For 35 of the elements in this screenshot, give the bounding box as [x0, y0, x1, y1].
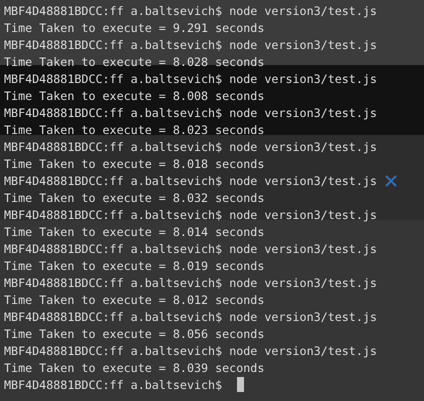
output-text: Time Taken to execute = 8.014 seconds [4, 225, 264, 239]
command-text: node version3/test.js [229, 208, 377, 222]
output-text: Time Taken to execute = 8.018 seconds [4, 157, 264, 171]
command-text: node version3/test.js [229, 4, 377, 18]
output-text: Time Taken to execute = 9.291 seconds [4, 21, 264, 35]
prompt-text: MBF4D48881BDCC:ff a.baltsevich$ [4, 344, 222, 358]
prompt-text: MBF4D48881BDCC:ff a.baltsevich$ [4, 378, 222, 392]
close-icon[interactable] [384, 174, 398, 188]
prompt-text: MBF4D48881BDCC:ff a.baltsevich$ [4, 276, 222, 290]
prompt-text: MBF4D48881BDCC:ff a.baltsevich$ [4, 140, 222, 154]
output-text: Time Taken to execute = 8.056 seconds [4, 327, 264, 341]
prompt-text: MBF4D48881BDCC:ff a.baltsevich$ [4, 4, 222, 18]
command-text: node version3/test.js [229, 310, 377, 324]
output-text: Time Taken to execute = 8.012 seconds [4, 293, 264, 307]
command-text: node version3/test.js [229, 72, 377, 86]
prompt-text: MBF4D48881BDCC:ff a.baltsevich$ [4, 208, 222, 222]
prompt-text: MBF4D48881BDCC:ff a.baltsevich$ [4, 174, 222, 188]
command-text: node version3/test.js [229, 174, 377, 188]
output-text: Time Taken to execute = 8.039 seconds [4, 361, 264, 375]
command-text: node version3/test.js [229, 38, 377, 52]
output-text: Time Taken to execute = 8.028 seconds [4, 55, 264, 69]
output-text: Time Taken to execute = 8.023 seconds [4, 123, 264, 137]
prompt-text: MBF4D48881BDCC:ff a.baltsevich$ [4, 106, 222, 120]
prompt-text: MBF4D48881BDCC:ff a.baltsevich$ [4, 72, 222, 86]
output-text: Time Taken to execute = 8.032 seconds [4, 191, 264, 205]
command-text: node version3/test.js [229, 140, 377, 154]
command-text: node version3/test.js [229, 106, 377, 120]
output-text: Time Taken to execute = 8.008 seconds [4, 89, 264, 103]
prompt-text: MBF4D48881BDCC:ff a.baltsevich$ [4, 310, 222, 324]
prompt-text: MBF4D48881BDCC:ff a.baltsevich$ [4, 38, 222, 52]
command-text: node version3/test.js [229, 242, 377, 256]
command-text: node version3/test.js [229, 276, 377, 290]
output-text: Time Taken to execute = 8.019 seconds [4, 259, 264, 273]
command-text: node version3/test.js [229, 344, 377, 358]
prompt-text: MBF4D48881BDCC:ff a.baltsevich$ [4, 242, 222, 256]
